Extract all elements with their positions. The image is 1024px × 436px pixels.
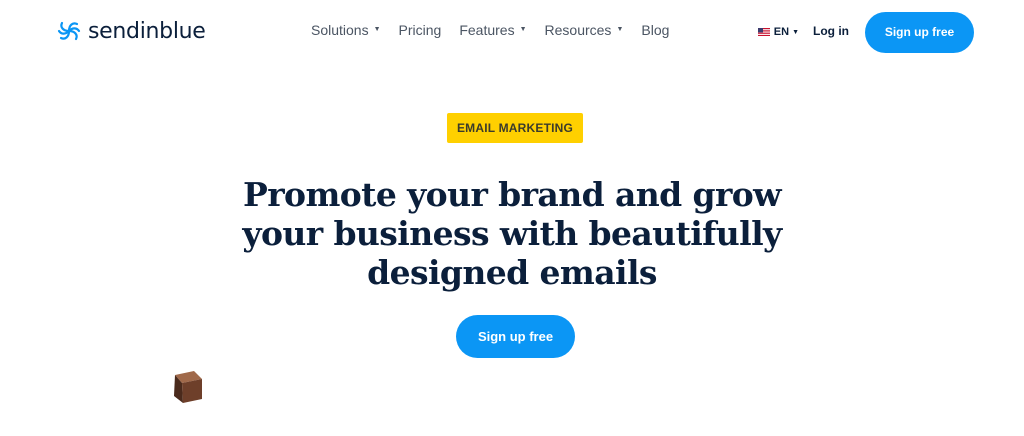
brand-name: sendinblue bbox=[88, 18, 206, 44]
caret-down-icon: ▼ bbox=[792, 28, 799, 36]
category-badge: EMAIL MARKETING bbox=[447, 113, 583, 143]
signup-button-header[interactable]: Sign up free bbox=[865, 11, 974, 53]
nav-item-label: Features bbox=[459, 22, 515, 38]
language-label: EN bbox=[773, 26, 790, 38]
nav-item-pricing[interactable]: Pricing bbox=[399, 22, 442, 38]
nav-actions: EN ▼ Log in Sign up free bbox=[757, 11, 974, 53]
nav-item-solutions[interactable]: Solutions ▼ bbox=[311, 22, 381, 38]
nav-item-resources[interactable]: Resources ▼ bbox=[545, 22, 624, 38]
logo[interactable]: sendinblue bbox=[56, 16, 206, 46]
hero-headline: Promote your brand and grow your busines… bbox=[242, 175, 782, 292]
nav-item-label: Solutions bbox=[311, 22, 369, 38]
top-navigation: sendinblue Solutions ▼ Pricing Features … bbox=[0, 0, 1024, 66]
nav-item-label: Blog bbox=[641, 22, 670, 38]
caret-down-icon: ▼ bbox=[616, 25, 624, 33]
login-link[interactable]: Log in bbox=[813, 24, 849, 38]
language-selector[interactable]: EN ▼ bbox=[757, 26, 799, 38]
main-menu: Solutions ▼ Pricing Features ▼ Resources… bbox=[311, 22, 687, 38]
nav-item-label: Resources bbox=[544, 22, 612, 38]
nav-item-label: Pricing bbox=[398, 22, 442, 38]
sendinblue-swirl-icon bbox=[57, 21, 81, 41]
caret-down-icon: ▼ bbox=[519, 25, 527, 33]
brown-cube-icon bbox=[174, 371, 202, 403]
signup-button-hero[interactable]: Sign up free bbox=[456, 315, 575, 358]
nav-item-blog[interactable]: Blog bbox=[641, 22, 669, 38]
us-flag-icon bbox=[757, 28, 770, 36]
caret-down-icon: ▼ bbox=[373, 25, 381, 33]
nav-item-features[interactable]: Features ▼ bbox=[459, 22, 526, 38]
